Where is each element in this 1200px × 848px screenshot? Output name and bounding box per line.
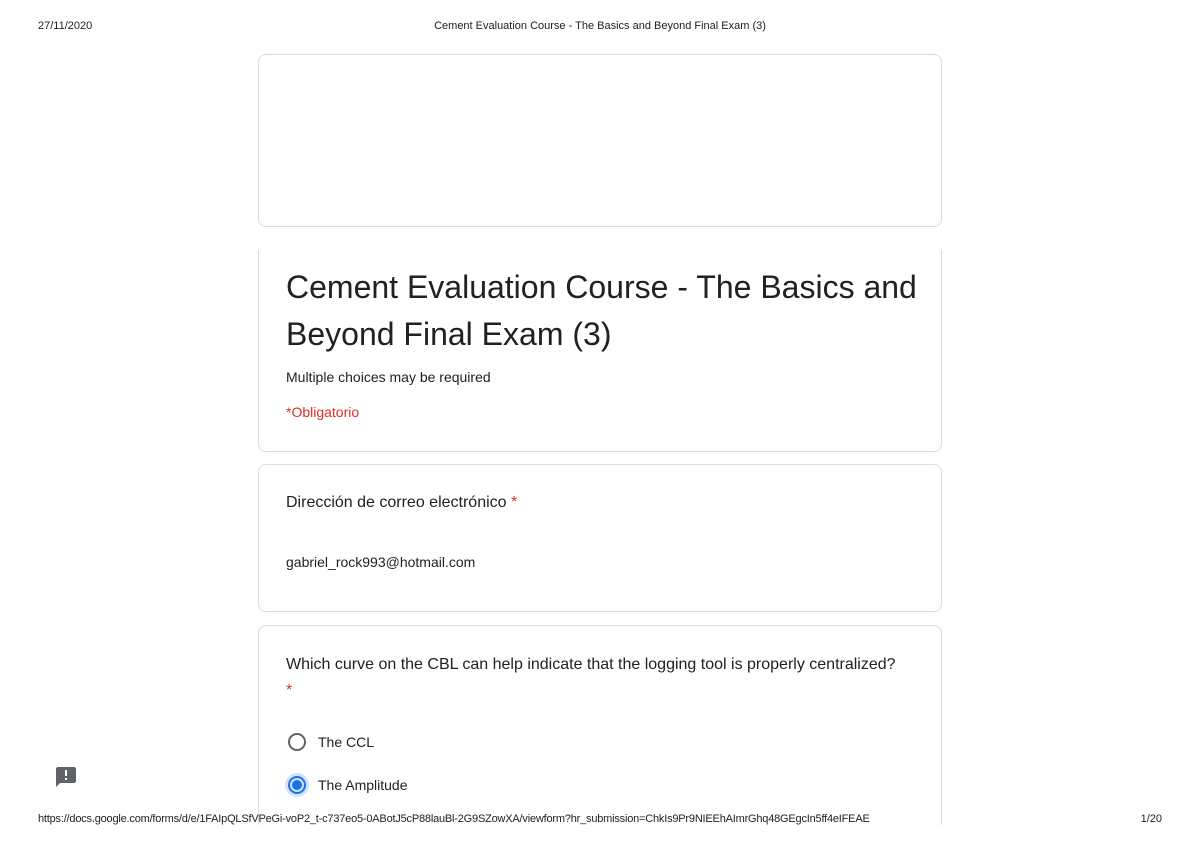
feedback-button[interactable] [54, 765, 78, 789]
option-the-ccl[interactable]: The CCL [285, 730, 374, 754]
form-title: Cement Evaluation Course - The Basics an… [286, 269, 917, 352]
form-description: Multiple choices may be required [286, 369, 491, 385]
page-number: 1/20 [1140, 813, 1162, 825]
option-label: The CCL [318, 734, 375, 750]
print-url: https://docs.google.com/forms/d/e/1FAIpQ… [38, 813, 870, 825]
email-question-label: Dirección de correo electrónico * [286, 494, 517, 512]
form-header-banner [258, 54, 942, 227]
print-header: 27/11/2020 Cement Evaluation Course - Th… [0, 20, 1200, 36]
question-card: Which curve on the CBL can help indicate… [258, 625, 942, 825]
option-label: The Amplitude [318, 777, 408, 793]
radio-wrap [285, 773, 309, 797]
question-label: Which curve on the CBL can help indicate… [286, 652, 906, 704]
required-asterisk: * [511, 494, 518, 511]
required-asterisk: * [286, 682, 293, 699]
radio-dot [292, 780, 302, 790]
required-note: *Obligatorio [286, 404, 360, 420]
radio-selected-icon[interactable] [288, 776, 306, 794]
email-question-text: Dirección de correo electrónico [286, 494, 507, 511]
print-document-title: Cement Evaluation Course - The Basics an… [434, 20, 766, 32]
radio-unselected-icon[interactable] [288, 733, 306, 751]
feedback-icon [56, 767, 76, 787]
radio-wrap [285, 730, 309, 754]
print-footer: https://docs.google.com/forms/d/e/1FAIpQ… [0, 813, 1200, 829]
email-answer: gabriel_rock993@hotmail.com [286, 554, 476, 570]
form-title-card: Cement Evaluation Course - The Basics an… [258, 250, 942, 452]
email-question-card: Dirección de correo electrónico * gabrie… [258, 464, 942, 612]
question-text: Which curve on the CBL can help indicate… [286, 656, 896, 673]
option-the-amplitude[interactable]: The Amplitude [285, 773, 408, 797]
